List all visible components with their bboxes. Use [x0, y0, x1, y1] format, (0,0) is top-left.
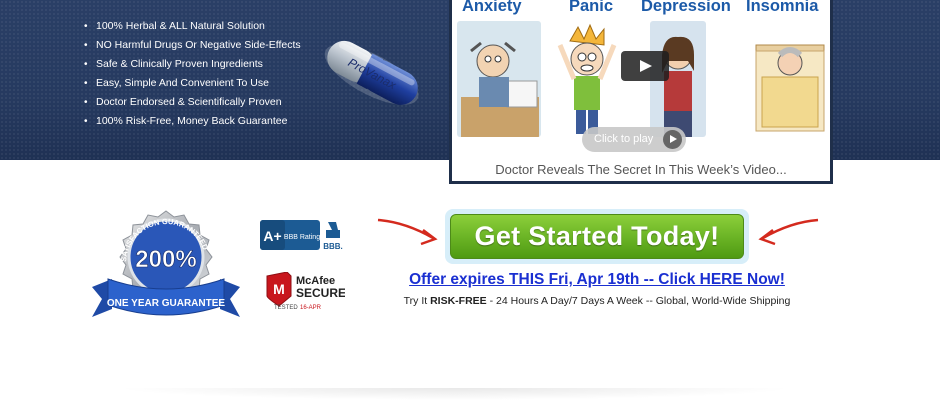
- risk-free-text: Try It RISK-FREE - 24 Hours A Day/7 Days…: [391, 295, 803, 307]
- bbb-logo-text: BBB.: [323, 242, 343, 251]
- benefit-item: NO Harmful Drugs Or Negative Side-Effect…: [82, 36, 301, 55]
- benefit-item: Safe & Clinically Proven Ingredients: [82, 55, 301, 74]
- panic-cartoon-image: [552, 21, 622, 137]
- satisfaction-guarantee-seal: SATISFACTION GUARANTEED 200% ONE YEAR GU…: [92, 210, 240, 317]
- bbb-torch-icon: [326, 222, 340, 238]
- arrow-right-icon: [377, 218, 438, 246]
- anxiety-cartoon-image: [457, 21, 541, 137]
- bbb-rating-text: BBB Rating: [284, 234, 320, 241]
- risk-free-bold: RISK-FREE: [430, 295, 487, 307]
- try-prefix: Try It: [403, 295, 431, 307]
- arrow-left-icon: [758, 218, 819, 246]
- click-to-play-label: Click to play: [594, 133, 654, 145]
- mcafee-secure-label: SECURE: [296, 286, 345, 300]
- bbb-rating-badge[interactable]: A+ BBB Rating BBB.: [260, 218, 350, 252]
- mcafee-date: 16-APR: [300, 305, 322, 311]
- video-title-insomnia: Insomnia: [746, 0, 819, 15]
- mcafee-secure-badge[interactable]: M McAfee SECURE TESTED 16-APR: [265, 272, 345, 312]
- cta-button-wrap: Get Started Today!: [445, 209, 749, 264]
- insomnia-cartoon-image: [752, 21, 828, 137]
- product-pill-image: ProVanax: [324, 40, 419, 105]
- mcafee-shield-icon: M: [273, 281, 285, 297]
- mcafee-tested-label: TESTED: [274, 305, 298, 311]
- offer-link[interactable]: Offer expires THIS Fri, Apr 19th -- Clic…: [395, 271, 799, 289]
- benefit-item: Easy, Simple And Convenient To Use: [82, 74, 301, 93]
- section-divider: [115, 388, 795, 400]
- play-circle-icon: [663, 130, 682, 149]
- try-suffix: - 24 Hours A Day/7 Days A Week -- Global…: [486, 295, 791, 307]
- benefit-item: Doctor Endorsed & Scientifically Proven: [82, 93, 301, 112]
- video-player[interactable]: Anxiety Panic Depression Insomnia Click …: [449, 0, 833, 184]
- benefit-item: 100% Herbal & ALL Natural Solution: [82, 17, 301, 36]
- bbb-grade: A+: [263, 228, 281, 244]
- benefits-list: 100% Herbal & ALL Natural Solution NO Ha…: [82, 17, 301, 131]
- seal-ribbon-text: ONE YEAR GUARANTEE: [107, 298, 225, 309]
- get-started-button[interactable]: Get Started Today!: [450, 214, 744, 259]
- play-button[interactable]: [621, 51, 669, 81]
- benefit-item: 100% Risk-Free, Money Back Guarantee: [82, 112, 301, 131]
- video-caption: Doctor Reveals The Secret In This Week’s…: [495, 162, 787, 177]
- video-title-depression: Depression: [641, 0, 731, 15]
- video-title-panic: Panic: [569, 0, 614, 15]
- click-to-play-button[interactable]: Click to play: [582, 127, 686, 152]
- seal-number: 200%: [135, 246, 196, 273]
- video-title-anxiety: Anxiety: [462, 0, 522, 15]
